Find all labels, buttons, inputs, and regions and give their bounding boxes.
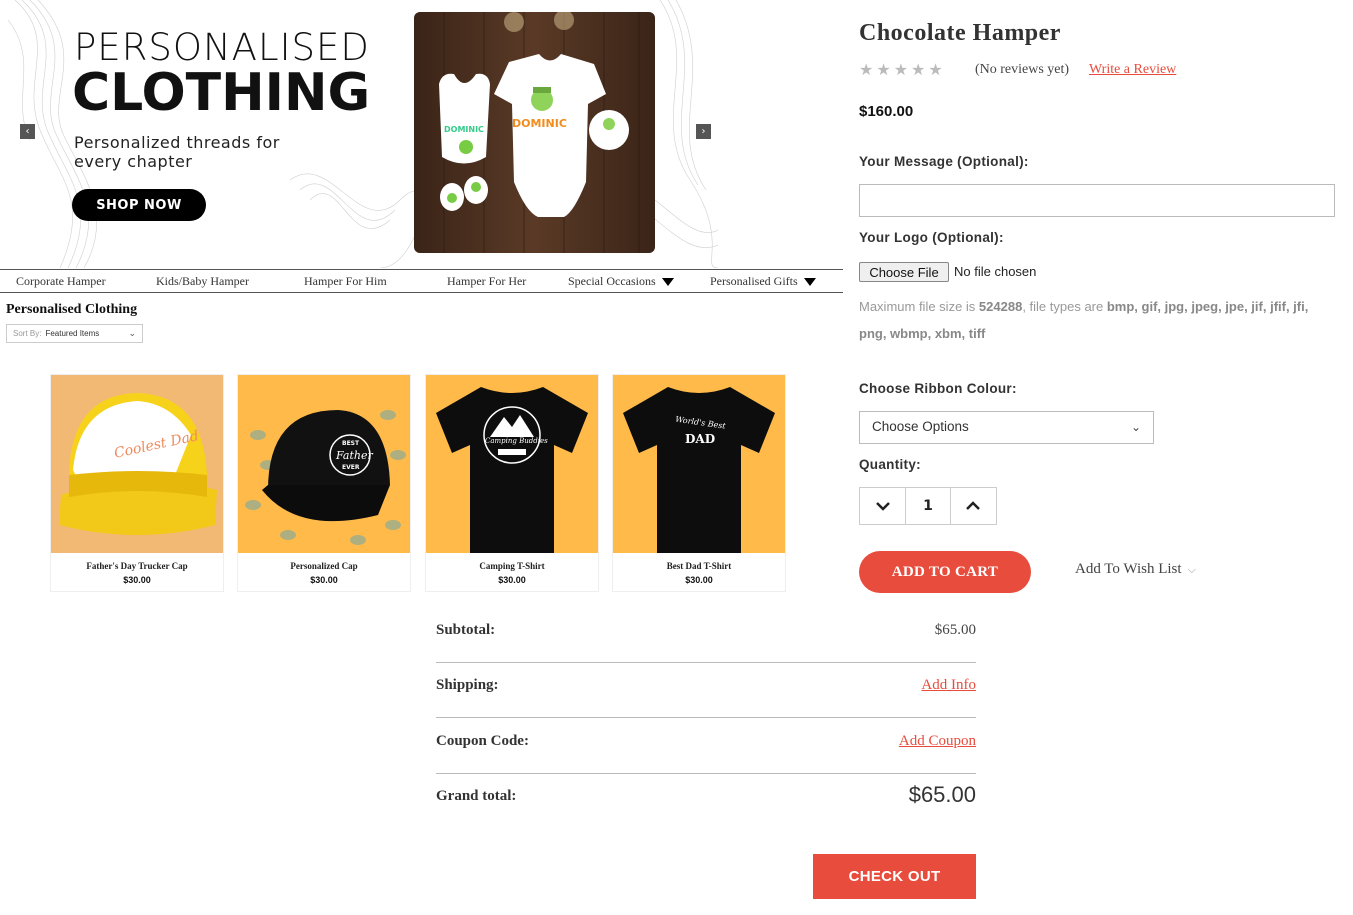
cap-print-line3: EVER: [342, 464, 360, 471]
quantity-stepper: 1: [859, 487, 997, 525]
subtotal-label: Subtotal:: [436, 622, 496, 638]
file-note-mid: , file types are: [1022, 299, 1107, 314]
product-price: $30.00: [310, 575, 338, 585]
rating-stars-icon: ★★★★★: [859, 60, 946, 79]
product-image[interactable]: Coolest Dad: [51, 375, 223, 553]
cap-print-line1: BEST: [342, 440, 360, 447]
file-size: 524288: [978, 299, 1023, 314]
product-image[interactable]: Camping Buddies: [426, 375, 598, 553]
nav-item-kids-baby-hamper[interactable]: Kids/Baby Hamper: [156, 274, 249, 289]
shipping-label: Shipping:: [436, 677, 499, 693]
product-name[interactable]: Best Dad T-Shirt: [613, 561, 785, 571]
quantity-value[interactable]: 1: [905, 488, 951, 524]
message-label: Your Message (Optional):: [859, 154, 1029, 169]
hero-subtitle: Personalized threads for every chapter: [74, 133, 280, 171]
main-nav: Corporate Hamper Kids/Baby Hamper Hamper…: [0, 269, 843, 293]
product-name[interactable]: Father's Day Trucker Cap: [51, 561, 223, 571]
carousel-next-icon[interactable]: ›: [696, 124, 711, 139]
caret-down-icon: [803, 278, 816, 287]
decrease-quantity-button[interactable]: [860, 488, 905, 524]
nav-item-label: Personalised Gifts: [710, 274, 798, 288]
hero-banner: PERSONALISED CLOTHING Personalized threa…: [0, 0, 718, 268]
coupon-row: Coupon Code: Add Coupon: [436, 719, 976, 774]
add-to-cart-button[interactable]: ADD TO CART: [859, 551, 1031, 593]
checkout-button[interactable]: CHECK OUT: [813, 854, 976, 899]
subtotal-row: Subtotal: $65.00: [436, 608, 976, 663]
grand-total-label: Grand total:: [436, 788, 517, 804]
wishlist-label: Add To Wish List: [1075, 561, 1182, 577]
add-shipping-info-link[interactable]: Add Info: [921, 677, 976, 694]
cap-print-line2: Father: [335, 449, 373, 462]
sort-value: Featured Items: [45, 329, 100, 338]
sort-label: Sort By:: [13, 329, 42, 338]
file-note: Maximum file size is 524288, file types …: [859, 293, 1339, 347]
chevron-down-icon: [875, 502, 890, 511]
caret-down-icon: [661, 278, 674, 287]
ribbon-select-value: Choose Options: [872, 419, 969, 434]
add-coupon-link[interactable]: Add Coupon: [899, 733, 976, 750]
nav-item-corporate-hamper[interactable]: Corporate Hamper: [16, 274, 106, 289]
product-card[interactable]: Coolest Dad Father's Day Trucker Cap $30…: [50, 374, 224, 592]
product-price: $30.00: [498, 575, 526, 585]
hero-product-photo: DOMINIC DOMINIC: [414, 12, 655, 253]
grand-total-row: Grand total: $65.00: [436, 774, 976, 829]
hero-title-line2: CLOTHING: [72, 63, 371, 123]
product-price: $160.00: [859, 103, 914, 120]
product-name[interactable]: Camping T-Shirt: [426, 561, 598, 571]
carousel-prev-icon[interactable]: ‹: [20, 124, 35, 139]
add-to-wishlist-button[interactable]: Add To Wish List ⌵: [1075, 561, 1196, 578]
nav-item-label: Special Occasions: [568, 274, 656, 288]
chevron-up-icon: [966, 501, 981, 510]
nav-item-personalised-gifts[interactable]: Personalised Gifts: [710, 274, 816, 289]
product-card[interactable]: BEST Father EVER Personalized Cap $30.00: [237, 374, 411, 592]
shop-now-button[interactable]: SHOP NOW: [72, 189, 206, 221]
write-review-link[interactable]: Write a Review: [1089, 62, 1176, 78]
product-title: Chocolate Hamper: [859, 20, 1061, 46]
category-title: Personalised Clothing: [6, 302, 138, 317]
onesie-name: DOMINIC: [512, 117, 567, 130]
nav-item-special-occasions[interactable]: Special Occasions: [568, 274, 674, 289]
logo-label: Your Logo (Optional):: [859, 230, 1004, 245]
tee-print: Camping Buddies: [485, 437, 548, 445]
increase-quantity-button[interactable]: [951, 488, 996, 524]
ribbon-colour-select[interactable]: Choose Options ⌄: [859, 411, 1154, 444]
coupon-label: Coupon Code:: [436, 733, 529, 749]
choose-file-button[interactable]: Choose File: [859, 262, 949, 282]
product-image[interactable]: World's Best DAD: [613, 375, 785, 553]
file-note-prefix: Maximum file size is: [859, 299, 979, 314]
chevron-down-icon: ⌵: [1187, 563, 1196, 576]
tee-print-line2: DAD: [685, 432, 715, 446]
quantity-label: Quantity:: [859, 457, 921, 472]
sort-select[interactable]: Sort By: Featured Items ⌄: [6, 324, 143, 343]
reviews-count: (No reviews yet): [975, 62, 1070, 77]
product-card[interactable]: World's Best DAD Best Dad T-Shirt $30.00: [612, 374, 786, 592]
shipping-row: Shipping: Add Info: [436, 663, 976, 718]
svg-text:DOMINIC: DOMINIC: [444, 125, 484, 134]
product-price: $30.00: [685, 575, 713, 585]
product-price: $30.00: [123, 575, 151, 585]
product-card[interactable]: Camping Buddies Camping T-Shirt $30.00: [425, 374, 599, 592]
chevron-down-icon: ⌄: [1130, 420, 1141, 434]
product-image[interactable]: BEST Father EVER: [238, 375, 410, 553]
nav-item-hamper-for-him[interactable]: Hamper For Him: [304, 274, 387, 289]
chevron-down-icon: ⌄: [128, 328, 136, 338]
grand-total-value: $65.00: [908, 782, 976, 807]
ribbon-label: Choose Ribbon Colour:: [859, 381, 1017, 396]
file-status: No file chosen: [954, 264, 1037, 279]
nav-item-hamper-for-her[interactable]: Hamper For Her: [447, 274, 526, 289]
product-name[interactable]: Personalized Cap: [238, 561, 410, 571]
message-input[interactable]: [859, 184, 1335, 217]
subtotal-value: $65.00: [934, 622, 976, 638]
